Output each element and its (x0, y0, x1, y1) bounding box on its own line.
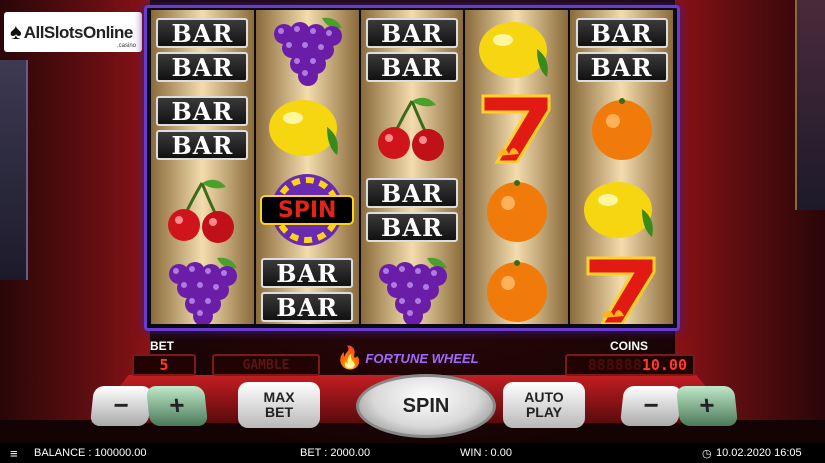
bar-symbol: BAR (156, 96, 249, 126)
double-bar-symbol: BAR BAR (361, 10, 464, 90)
spin-symbol-text: SPIN (277, 197, 337, 223)
bar-symbol: BAR (365, 212, 458, 242)
grapes-symbol (151, 250, 254, 324)
reels: BAR BAR BAR BAR SPIN BAR BAR BAR BAR BAR BAR BAR BAR (151, 10, 673, 324)
reel-1: BAR BAR BAR BAR (151, 10, 254, 324)
status-bar: ≡ BALANCE : 100000.00 BET : 2000.00 WIN … (0, 443, 825, 463)
game-title: 🔥 FORTUNE WHEEL (336, 345, 479, 371)
grapes-symbol (361, 250, 464, 324)
reel-4 (465, 10, 569, 324)
reel-2: SPIN BAR BAR (255, 10, 359, 324)
balance-text: BALANCE : 100000.00 (34, 447, 147, 459)
total-bet-text: BET : 2000.00 (300, 447, 371, 459)
cherries-symbol (151, 170, 254, 250)
lemon-symbol (570, 170, 673, 250)
background-slot-machine-left (0, 60, 28, 280)
bar-symbol: BAR (156, 18, 249, 48)
win-text: WIN : 0.00 (460, 447, 512, 459)
game-title-text: FORTUNE WHEEL (365, 350, 479, 366)
cherries-symbol (361, 88, 464, 168)
coins-value: 10.00 (641, 356, 687, 374)
background-slot-machine-right (795, 0, 825, 210)
coins-plus-button[interactable]: + (675, 386, 739, 426)
coins-label: COINS (610, 339, 649, 353)
bet-minus-button[interactable]: − (89, 386, 153, 426)
double-bar-symbol: BAR BAR (256, 250, 359, 324)
spade-icon: ♠ (10, 19, 22, 44)
seven-symbol (570, 250, 673, 324)
coins-minus-button[interactable]: − (619, 386, 683, 426)
coins-display: 888888 10.00 (565, 354, 695, 376)
logo-text: AllSlotsOnline (23, 22, 134, 42)
bar-symbol: BAR (261, 258, 354, 288)
orange-symbol (570, 88, 673, 168)
bar-symbol: BAR (156, 52, 249, 82)
logo-suffix: .casino (116, 43, 136, 49)
bar-symbol: BAR (365, 52, 458, 82)
clock-icon: ◷ (702, 447, 712, 460)
bet-label: BET (150, 339, 174, 353)
flame-icon: 🔥 (336, 345, 364, 370)
bar-symbol: BAR (156, 130, 249, 160)
double-bar-symbol: BAR BAR (151, 10, 254, 90)
grapes-symbol (256, 10, 359, 90)
bar-symbol: BAR (365, 18, 458, 48)
bet-plus-button[interactable]: + (145, 386, 209, 426)
max-bet-button[interactable]: MAX BET (238, 382, 320, 428)
auto-play-button[interactable]: AUTO PLAY (503, 382, 585, 428)
reel-3: BAR BAR BAR BAR (360, 10, 464, 324)
bet-display: 5 (132, 354, 196, 376)
reel-5: BAR BAR (570, 10, 673, 324)
bar-symbol: BAR (365, 178, 458, 208)
double-bar-symbol: BAR BAR (151, 88, 254, 168)
bar-symbol: BAR (261, 292, 354, 322)
bar-symbol: BAR (575, 18, 668, 48)
coins-ghost-digits: 888888 (587, 356, 642, 374)
site-logo: ♠ AllSlotsOnline .casino (4, 12, 142, 52)
lemon-symbol (465, 10, 568, 90)
spin-wheel-symbol: SPIN (256, 170, 359, 250)
spin-button[interactable]: SPIN (356, 374, 496, 438)
bar-symbol: BAR (575, 52, 668, 82)
datetime-text: 10.02.2020 16:05 (716, 447, 802, 459)
lemon-symbol (256, 88, 359, 168)
double-bar-symbol: BAR BAR (361, 170, 464, 250)
orange-symbol (465, 250, 568, 324)
orange-symbol (465, 170, 568, 250)
seven-symbol (465, 88, 568, 168)
gamble-button[interactable]: GAMBLE (212, 354, 320, 376)
double-bar-symbol: BAR BAR (570, 10, 673, 90)
hamburger-icon[interactable]: ≡ (10, 446, 18, 461)
reels-frame: BAR BAR BAR BAR SPIN BAR BAR BAR BAR BAR BAR BAR BAR (144, 5, 680, 331)
